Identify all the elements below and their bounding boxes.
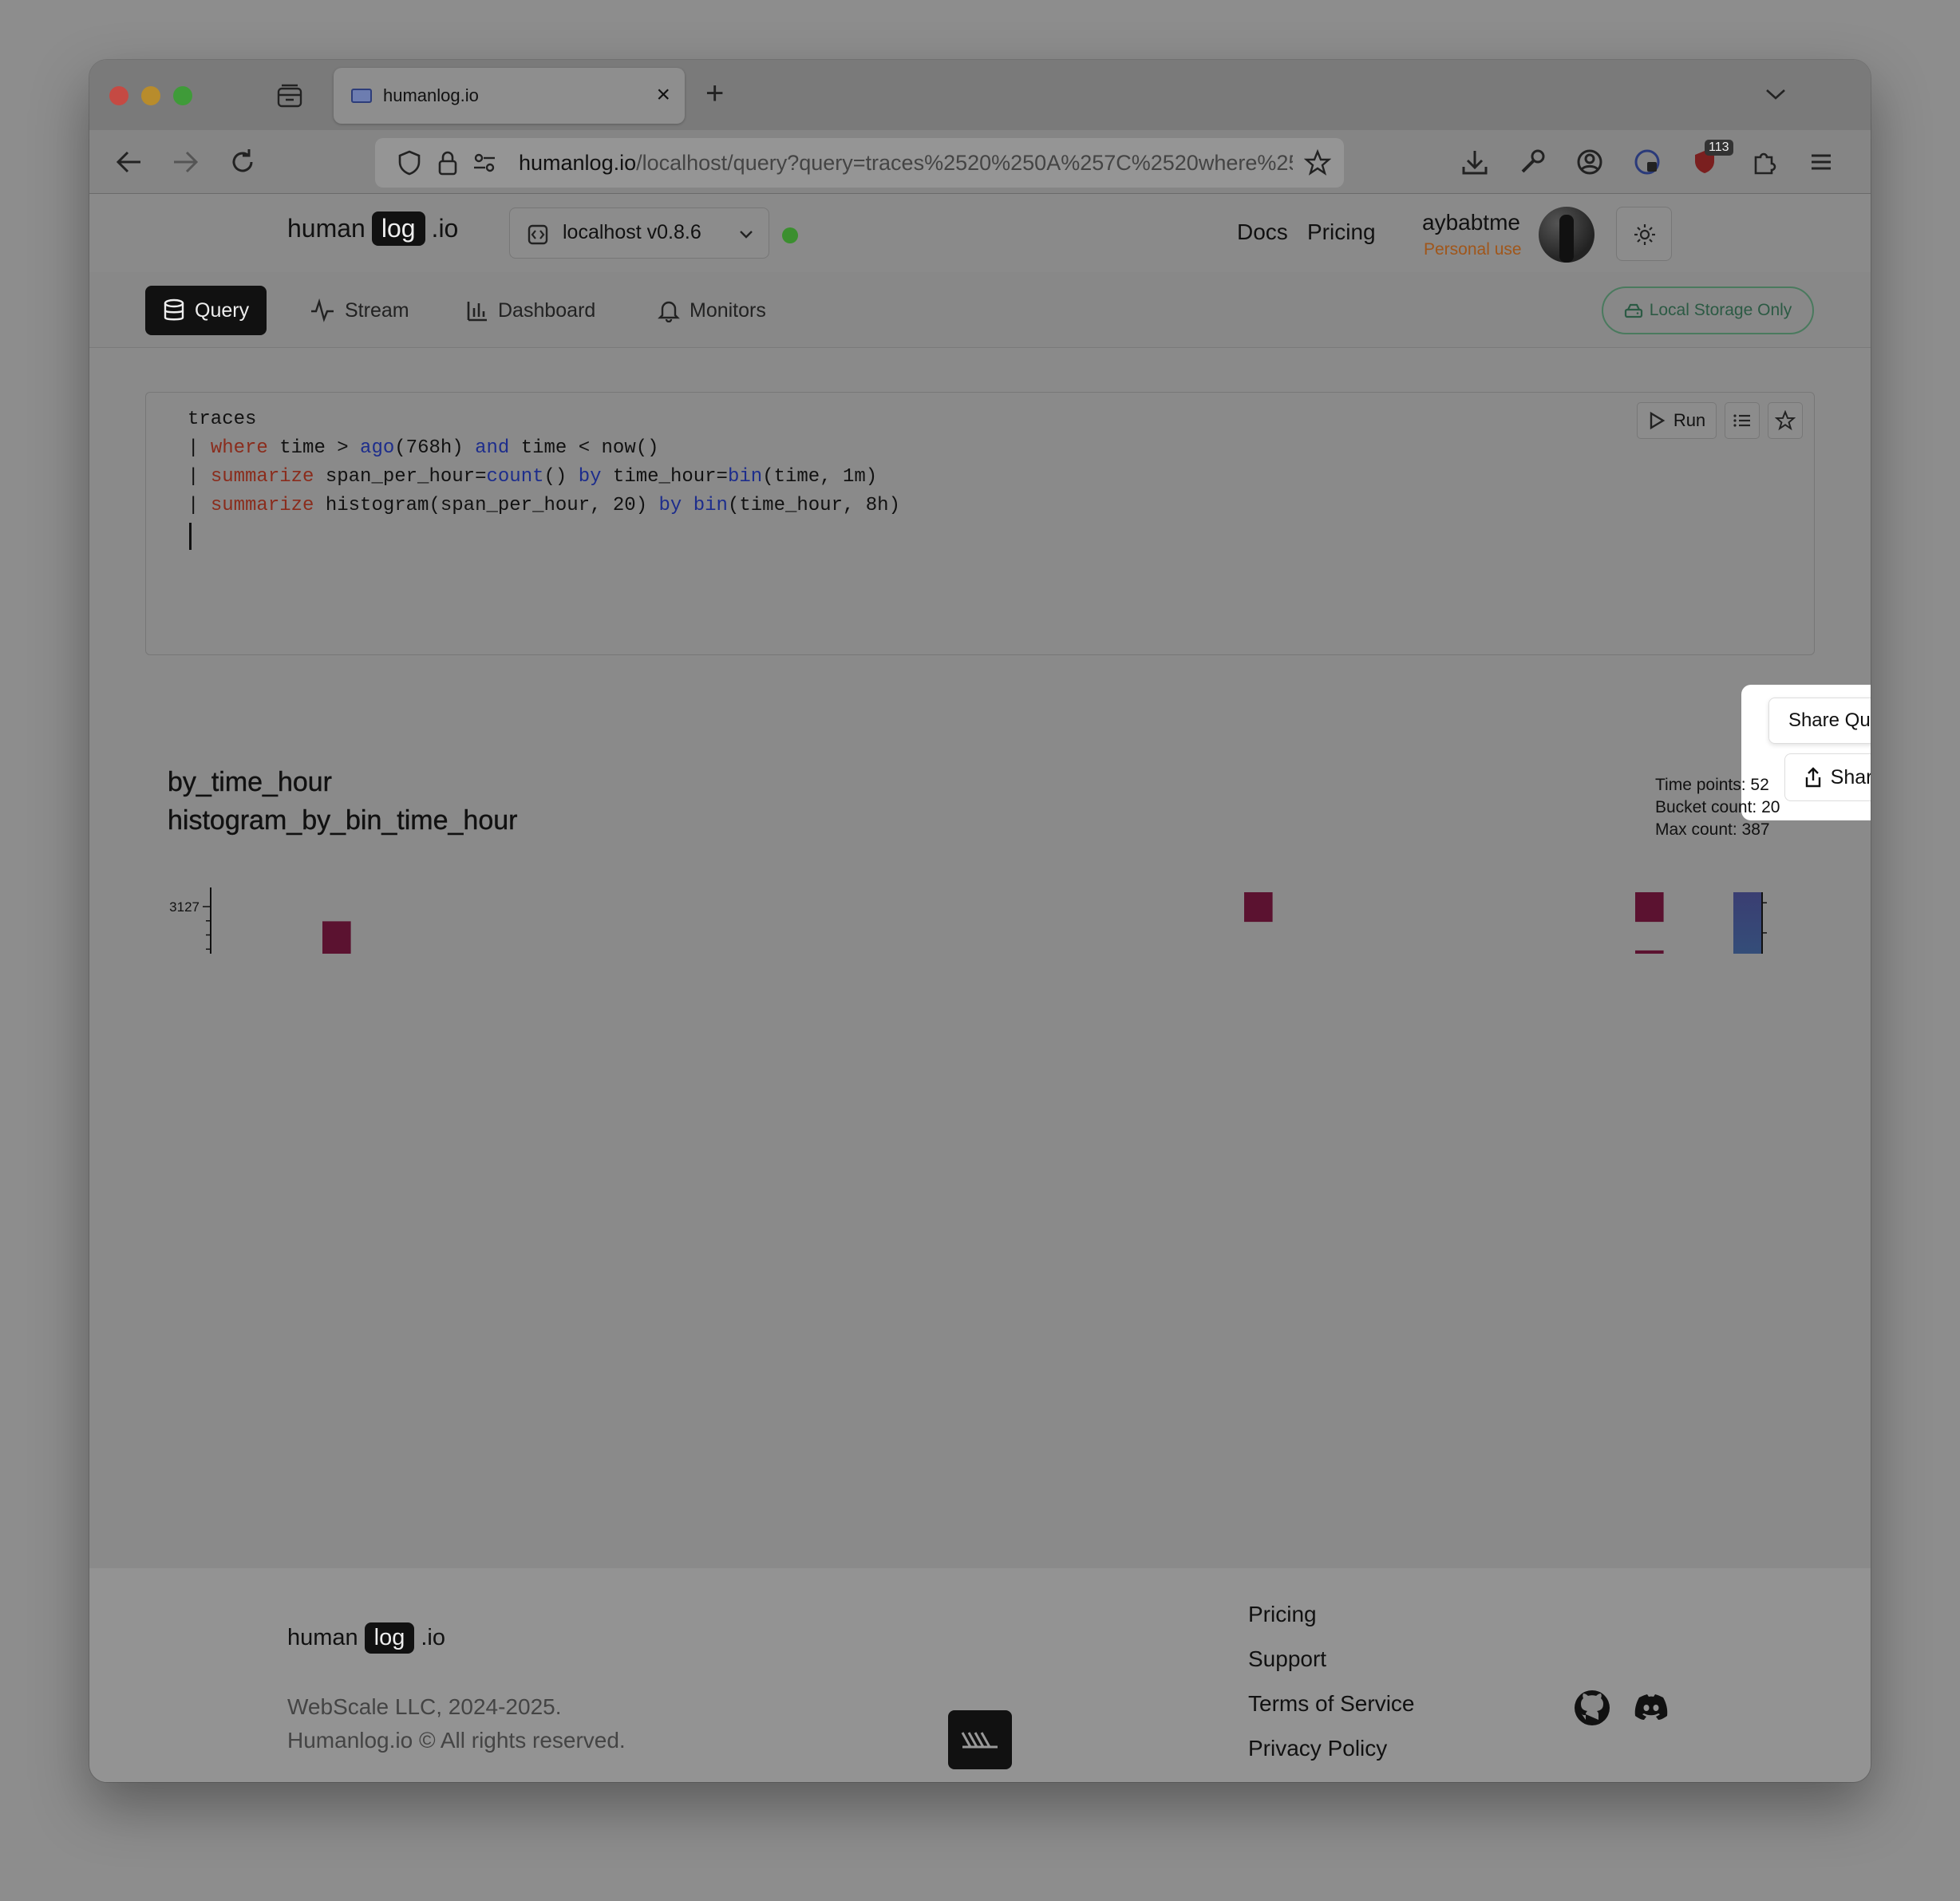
- footer-logo-mid: log: [364, 1622, 415, 1654]
- footer-pricing-link[interactable]: Pricing: [1248, 1602, 1317, 1627]
- footer-company: WebScale LLC, 2024-2025.: [287, 1694, 562, 1719]
- heatmap-cell: [1635, 892, 1664, 923]
- webscale-badge[interactable]: [948, 1710, 1012, 1769]
- color-scale-bar: [1733, 892, 1762, 954]
- webscale-logo-icon: [961, 1732, 998, 1749]
- footer: human log .io WebScale LLC, 2024-2025. H…: [89, 1568, 1871, 1782]
- footer-rights: Humanlog.io © All rights reserved.: [287, 1728, 626, 1753]
- heatmap-cell: [322, 950, 351, 954]
- footer-logo-right: .io: [421, 1625, 446, 1650]
- footer-logo-left: human: [287, 1625, 358, 1650]
- heatmap-cell: [1635, 950, 1664, 954]
- github-icon[interactable]: [1572, 1688, 1612, 1728]
- footer-support-link[interactable]: Support: [1248, 1646, 1326, 1672]
- footer-terms-link[interactable]: Terms of Service: [1248, 1691, 1415, 1717]
- y-tick-label: 3127: [169, 899, 200, 915]
- footer-logo[interactable]: human log .io: [287, 1622, 445, 1654]
- discord-icon[interactable]: [1631, 1688, 1671, 1728]
- browser-window: humanlog.io × + humanlog.io/localhost/qu…: [89, 60, 1871, 1782]
- footer-privacy-link[interactable]: Privacy Policy: [1248, 1736, 1387, 1761]
- heatmap-cell: [1244, 892, 1273, 923]
- heatmap-chart[interactable]: 31362693812511564187621892501281431270+0…: [89, 60, 1871, 954]
- heatmap-cell: [322, 921, 351, 951]
